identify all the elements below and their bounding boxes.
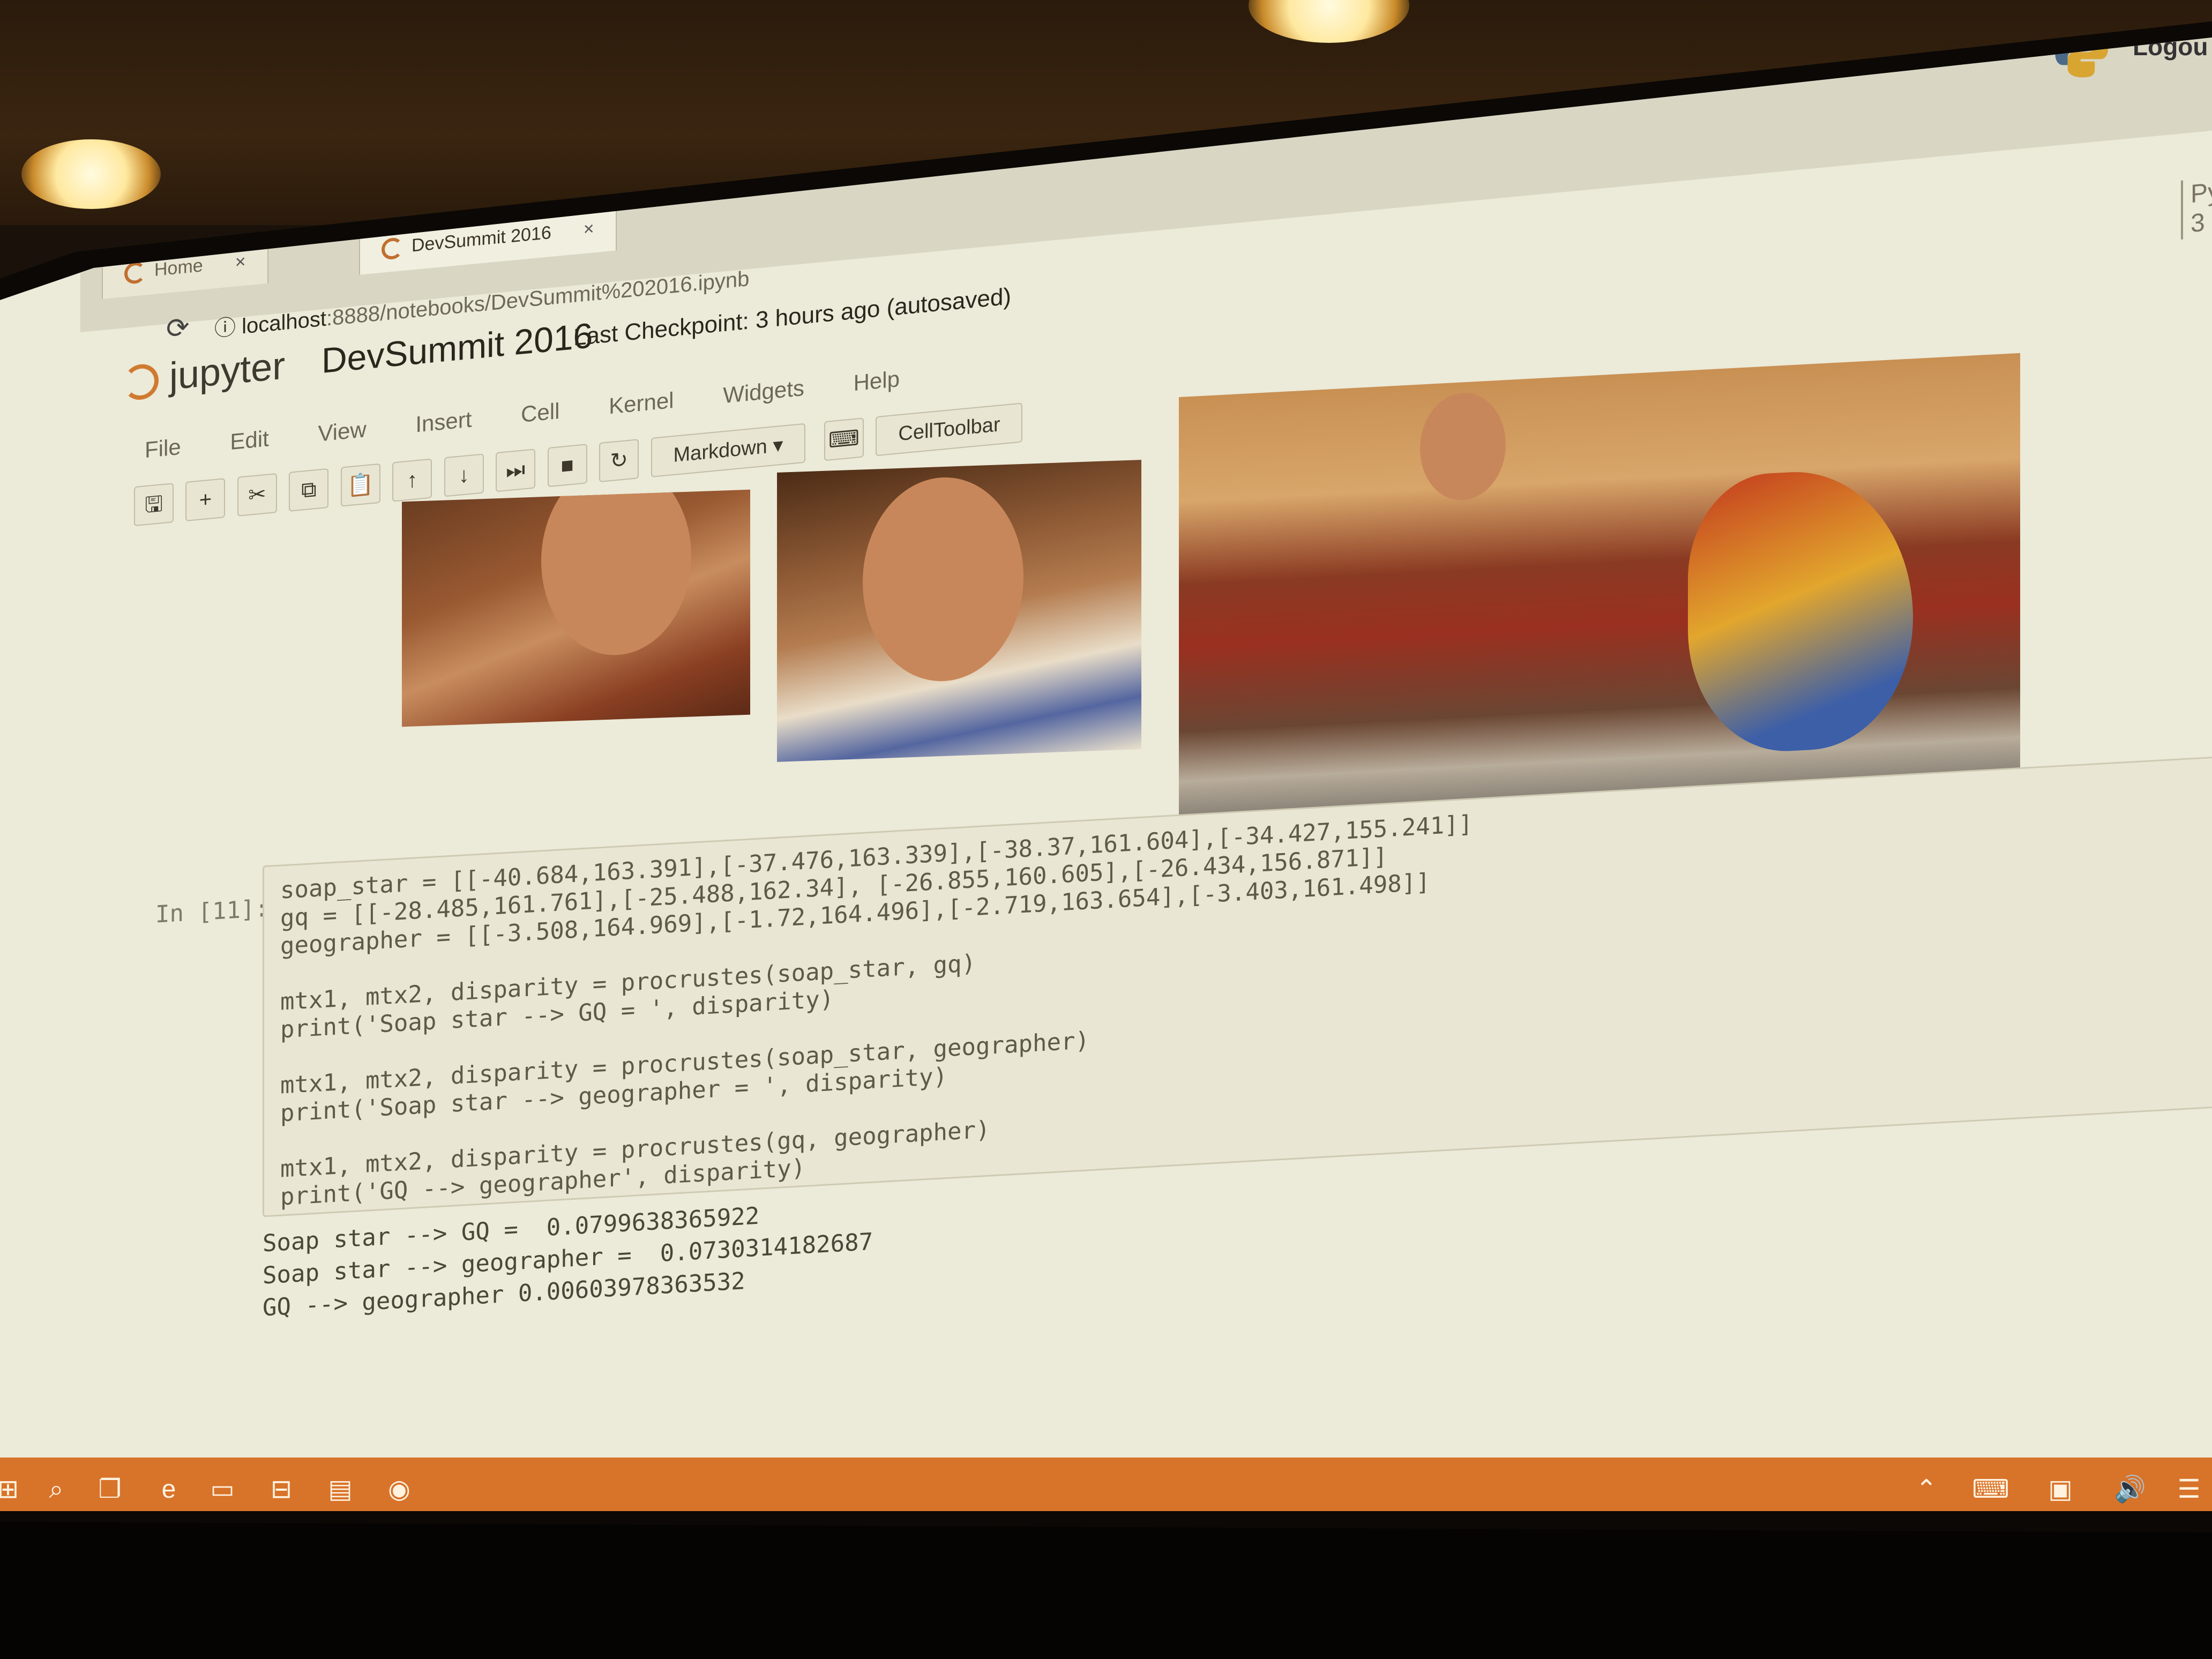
menu-widgets[interactable]: Widgets bbox=[723, 375, 804, 408]
store-icon[interactable]: ⊟ bbox=[263, 1471, 300, 1508]
app-icon[interactable]: ▤ bbox=[322, 1471, 359, 1508]
edge-icon[interactable]: e bbox=[150, 1471, 188, 1508]
task-view-icon[interactable]: ❐ bbox=[91, 1471, 129, 1508]
arrow-up-icon[interactable]: ↑ bbox=[392, 458, 432, 502]
plus-icon[interactable]: + bbox=[185, 477, 226, 521]
jupyter-logo[interactable]: jupyter bbox=[123, 343, 285, 403]
keyboard-icon[interactable]: ⌨ bbox=[1972, 1471, 2009, 1508]
file-explorer-icon[interactable]: ▭ bbox=[204, 1471, 241, 1508]
output-image-face-1 bbox=[402, 489, 750, 727]
checkpoint-status: Last Checkpoint: 3 hours ago (autosaved) bbox=[573, 283, 1011, 351]
menu-help[interactable]: Help bbox=[854, 366, 900, 395]
face-shape bbox=[863, 474, 1023, 684]
step-icon[interactable]: ⏭ bbox=[496, 449, 536, 492]
copy-icon[interactable]: ⧉ bbox=[289, 468, 329, 512]
arrow-down-icon[interactable]: ↓ bbox=[444, 453, 484, 497]
windows-icon[interactable]: ⊞ bbox=[0, 1471, 27, 1508]
cell-prompt: In [11]: bbox=[155, 894, 269, 929]
code-editor[interactable]: soap_star = [[-40.684,163.391],[-37.476,… bbox=[263, 754, 2212, 1217]
paste-icon[interactable]: 📋 bbox=[340, 463, 380, 507]
save-icon[interactable]: 🖫 bbox=[134, 483, 174, 527]
jupyter-logo-icon bbox=[123, 362, 159, 401]
code-cell: In [11]: soap_star = [[-40.684,163.391],… bbox=[123, 687, 2212, 1393]
chrome-icon[interactable]: ◉ bbox=[380, 1471, 418, 1508]
restart-icon[interactable]: ↻ bbox=[599, 439, 639, 483]
menu-kernel[interactable]: Kernel bbox=[609, 387, 674, 419]
stop-icon[interactable]: ■ bbox=[547, 444, 587, 488]
celltoolbar-button[interactable]: CellToolbar bbox=[876, 402, 1023, 457]
menu-view[interactable]: View bbox=[318, 416, 366, 446]
keyboard-icon[interactable]: ⌨ bbox=[824, 417, 864, 461]
notification-icon[interactable]: ☰ bbox=[2170, 1471, 2208, 1508]
volume-icon[interactable]: 🔊 bbox=[2111, 1471, 2149, 1508]
search-icon[interactable]: ⌕ bbox=[38, 1471, 75, 1508]
ceiling-light-left bbox=[21, 139, 161, 209]
menu-insert[interactable]: Insert bbox=[415, 407, 472, 437]
projected-screen: Home × DevSummit 2016 × ⟳ ⓘ localhost:8888… bbox=[0, 38, 2212, 1511]
cell-type-select[interactable]: Markdown ▾ bbox=[651, 423, 806, 477]
face-shape bbox=[1420, 391, 1506, 503]
menu-file[interactable]: File bbox=[145, 434, 181, 462]
notebook-title[interactable]: DevSummit 2016 bbox=[322, 315, 593, 381]
room-floor bbox=[0, 1522, 2212, 1659]
output-image-face-2 bbox=[777, 460, 1141, 762]
network-icon[interactable]: ▣ bbox=[2042, 1471, 2079, 1508]
kernel-indicator: Python 3 bbox=[2181, 172, 2212, 240]
menu-cell[interactable]: Cell bbox=[521, 398, 559, 427]
face-shape bbox=[541, 489, 691, 658]
cut-icon[interactable]: ✂ bbox=[237, 473, 277, 517]
chevron-up-icon[interactable]: ⌃ bbox=[1908, 1471, 1945, 1508]
menu-edit[interactable]: Edit bbox=[230, 425, 268, 454]
